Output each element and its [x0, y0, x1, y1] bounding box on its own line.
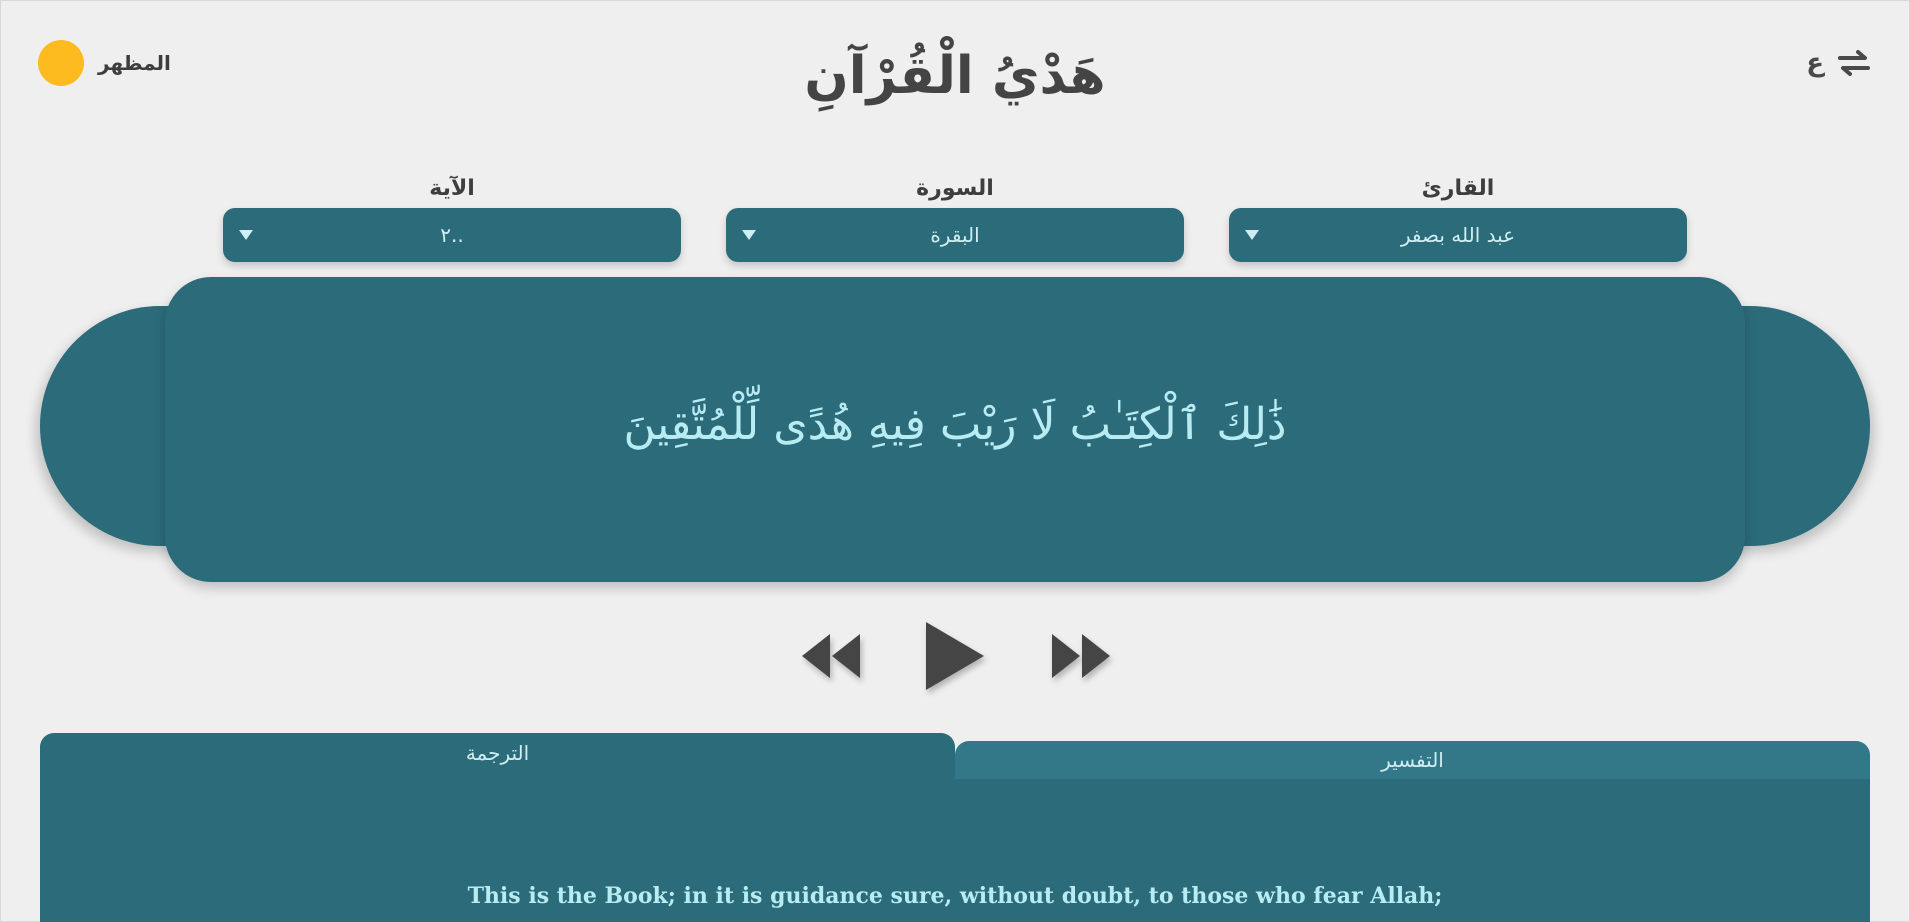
- previous-ayah-button[interactable]: [800, 632, 862, 680]
- surah-label: السورة: [916, 176, 994, 201]
- fast-forward-icon: [1052, 634, 1110, 678]
- ayah-dropdown[interactable]: ٢..: [223, 208, 681, 262]
- language-letter: ع: [1806, 48, 1824, 78]
- verse-panel: ذَٰلِكَ ٱلْكِتَـٰبُ لَا رَيْبَ فِيهِ هُد…: [40, 277, 1870, 582]
- ayah-value: ٢..: [440, 223, 464, 247]
- ayah-selector: الآية ٢..: [223, 172, 681, 262]
- reciter-selector: القارئ عبد الله بصفر: [1229, 172, 1687, 262]
- tab-translation[interactable]: الترجمة: [40, 733, 955, 793]
- tab-tafsir[interactable]: التفسير: [955, 741, 1870, 779]
- surah-selector: السورة البقرة: [726, 172, 1184, 262]
- verse-arabic-text: ذَٰلِكَ ٱلْكِتَـٰبُ لَا رَيْبَ فِيهِ هُد…: [623, 399, 1287, 450]
- rewind-icon: [802, 634, 860, 678]
- player-controls: [0, 616, 1910, 696]
- language-switch-button[interactable]: ع: [1806, 46, 1870, 80]
- chevron-down-icon: [1245, 230, 1259, 240]
- reciter-value: عبد الله بصفر: [1400, 223, 1516, 247]
- tab-panel: This is the Book; in it is guidance sure…: [40, 777, 1870, 922]
- next-ayah-button[interactable]: [1050, 632, 1112, 680]
- chevron-down-icon: [239, 230, 253, 240]
- chevron-down-icon: [742, 230, 756, 240]
- reciter-label: القارئ: [1421, 176, 1495, 201]
- ayah-label: الآية: [429, 176, 475, 201]
- play-button[interactable]: [922, 620, 986, 692]
- reciter-dropdown[interactable]: عبد الله بصفر: [1229, 208, 1687, 262]
- tab-translation-label: الترجمة: [465, 741, 530, 765]
- surah-dropdown[interactable]: البقرة: [726, 208, 1184, 262]
- translation-text: This is the Book; in it is guidance sure…: [467, 883, 1443, 909]
- content-tabs: This is the Book; in it is guidance sure…: [40, 733, 1870, 922]
- app-title: هَدْيُ الْقُرْآنِ: [804, 46, 1106, 106]
- tab-tafsir-label: التفسير: [1381, 748, 1444, 772]
- play-icon: [926, 622, 984, 690]
- swap-arrows-icon: [1838, 49, 1870, 77]
- surah-value: البقرة: [930, 223, 980, 247]
